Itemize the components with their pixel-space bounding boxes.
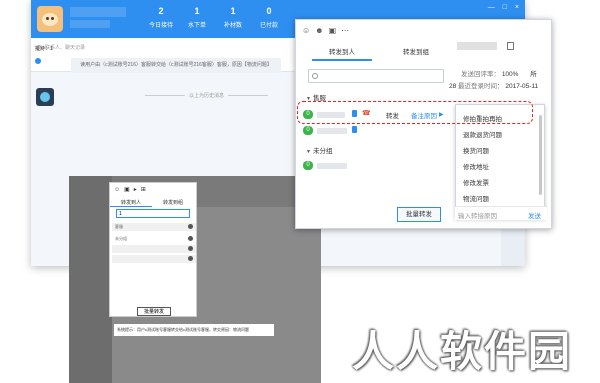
session-avatar[interactable] bbox=[36, 88, 54, 106]
reply-rate-line: 发送回评率： 100% 所 bbox=[461, 68, 537, 78]
more-icon[interactable]: ⋯ bbox=[341, 26, 354, 35]
reply-rate-extra: 所 bbox=[530, 71, 537, 78]
system-message: 读用户由（c测试账号216）客服转交给（c测试账号216客服）客服，原因【物流问… bbox=[71, 58, 281, 73]
reason-option-3[interactable]: 换货问题 bbox=[463, 145, 489, 155]
agent-online-badge: 0 bbox=[303, 126, 313, 135]
tutorial-tabs: 转发到人 转发到组 bbox=[110, 199, 196, 207]
tab-transfer-person[interactable]: 转发到人 bbox=[312, 47, 372, 61]
reply-rate-value: 100% bbox=[501, 71, 519, 78]
tutorial-screenshot: ☺▣▸⊞ 转发到人 转发到组 1 客服 未分组 批量转发 系统提示：用户c测试账号… bbox=[69, 176, 321, 383]
reason-option-5[interactable]: 修改发票 bbox=[463, 177, 489, 187]
reason-input-field[interactable]: 输入转接原因 发送 bbox=[455, 206, 547, 220]
tutorial-group-b: 未分组 bbox=[112, 235, 196, 243]
stage: 2 今日接待 1 水下单 1 补材数 0 已付款 — □ × 联系人、聊天记录 … bbox=[0, 0, 600, 383]
eye-left bbox=[46, 17, 49, 20]
reason-option-6[interactable]: 物流问题 bbox=[463, 193, 489, 203]
last-login-prefix: 28 bbox=[449, 83, 457, 90]
reason-input-placeholder: 输入转接原因 bbox=[458, 213, 497, 220]
status-dot-icon bbox=[188, 236, 193, 241]
tutorial-row-1 bbox=[112, 245, 196, 253]
close-button[interactable]: × bbox=[515, 4, 519, 11]
tutorial-bulk-button[interactable]: 批量转发 bbox=[137, 307, 171, 316]
caret-down-icon: ▼ bbox=[306, 149, 311, 155]
last-login-line: 28 最近登录时间： 2017-05-11 bbox=[449, 80, 538, 90]
maximize-button[interactable]: □ bbox=[503, 4, 507, 11]
chat-dot-icon bbox=[35, 58, 41, 64]
status-dot-icon bbox=[188, 256, 193, 261]
tab-transfer-group[interactable]: 转发到组 bbox=[386, 47, 446, 61]
stat-today-value: 2 bbox=[158, 6, 164, 16]
stat-orders-label: 水下单 bbox=[187, 23, 206, 29]
image-icon[interactable]: ▣ bbox=[329, 26, 342, 35]
stat-paid: 0 已付款 bbox=[249, 6, 289, 29]
session-tabs bbox=[35, 58, 57, 64]
agent-search-input[interactable] bbox=[308, 69, 444, 83]
status-dot-icon bbox=[188, 246, 193, 251]
reason-option-2[interactable]: 退款退货问题 bbox=[463, 129, 502, 139]
phone-status-icon bbox=[352, 126, 357, 133]
tutorial-group-b-label: 未分组 bbox=[115, 236, 127, 241]
bulk-transfer-button[interactable]: 批量转发 bbox=[397, 207, 441, 222]
stat-items: 1 补材数 bbox=[213, 6, 253, 29]
minimize-button[interactable]: — bbox=[488, 4, 495, 11]
group-ungrouped[interactable]: ▼ 未分组 bbox=[306, 145, 332, 155]
popup-toolbar-icons: ☺☻▣⋯ bbox=[302, 26, 354, 35]
stat-today: 2 今日接待 bbox=[141, 6, 181, 29]
contact-search-input[interactable]: 联系人、聊天记录 bbox=[35, 43, 295, 54]
stat-orders: 1 水下单 bbox=[177, 6, 217, 29]
tutorial-row-2 bbox=[112, 255, 196, 263]
reason-scrollbar[interactable] bbox=[539, 115, 542, 195]
tutorial-group-a: 客服 bbox=[112, 223, 196, 231]
group-ungrouped-label: 未分组 bbox=[312, 148, 333, 155]
status-dot-icon bbox=[188, 224, 193, 229]
tutorial-tab-group[interactable]: 转发到组 bbox=[152, 199, 194, 206]
last-login-label: 最近登录时间： bbox=[458, 83, 504, 90]
agent-name-redacted bbox=[317, 163, 347, 169]
send-button[interactable]: 发送 bbox=[528, 210, 541, 220]
tutorial-group-a-label: 客服 bbox=[115, 224, 123, 229]
avatar[interactable] bbox=[37, 6, 63, 32]
tutorial-transfer-panel: ☺▣▸⊞ 转发到人 转发到组 1 客服 未分组 批量转发 bbox=[109, 182, 197, 317]
eye-right bbox=[51, 17, 54, 20]
reply-rate-label: 发送回评率： bbox=[461, 71, 500, 78]
tab-current[interactable] bbox=[35, 58, 49, 64]
agent-name-redacted bbox=[317, 128, 347, 134]
highlight-box bbox=[297, 101, 533, 124]
chat-icon[interactable]: ☺ bbox=[302, 26, 315, 35]
tutorial-system-text: 系统提示：用户c测试账号客服转交给c测试账号客服，转交原因：物流问题 bbox=[114, 324, 274, 336]
emoji-icon[interactable]: ☻ bbox=[315, 26, 328, 35]
stat-today-label: 今日接待 bbox=[148, 23, 173, 29]
queue-label: 接待：1 bbox=[35, 46, 53, 52]
copy-icon[interactable] bbox=[507, 42, 514, 50]
tutorial-toolbar-icons: ☺▣▸⊞ bbox=[114, 187, 150, 193]
site-watermark: 人人软件园 bbox=[352, 327, 573, 376]
user-name-redacted bbox=[70, 7, 126, 17]
reason-option-4[interactable]: 修改地址 bbox=[463, 161, 489, 171]
popup-tabs: 转发到人 转发到组 bbox=[302, 47, 452, 61]
stat-paid-value: 0 bbox=[266, 6, 272, 16]
history-divider: 以上为历史消息 bbox=[141, 92, 272, 99]
last-login-value: 2017-05-11 bbox=[505, 83, 539, 90]
tutorial-tab-person[interactable]: 转发到人 bbox=[110, 199, 152, 207]
tutorial-search-input[interactable]: 1 bbox=[116, 209, 190, 218]
tutorial-left-pane bbox=[69, 176, 112, 383]
user-status-redacted bbox=[70, 20, 110, 28]
stat-orders-value: 1 bbox=[194, 6, 200, 16]
stat-items-value: 1 bbox=[230, 6, 236, 16]
window-controls: — □ × bbox=[482, 4, 519, 11]
stat-items-label: 补材数 bbox=[223, 23, 242, 29]
stat-paid-label: 已付款 bbox=[259, 23, 278, 29]
cat-face-icon bbox=[42, 13, 58, 26]
search-icon bbox=[312, 73, 318, 79]
history-divider-text: 以上为历史消息 bbox=[189, 93, 225, 99]
agent-online-badge: 0 bbox=[303, 161, 313, 170]
customer-name-redacted bbox=[457, 42, 497, 50]
